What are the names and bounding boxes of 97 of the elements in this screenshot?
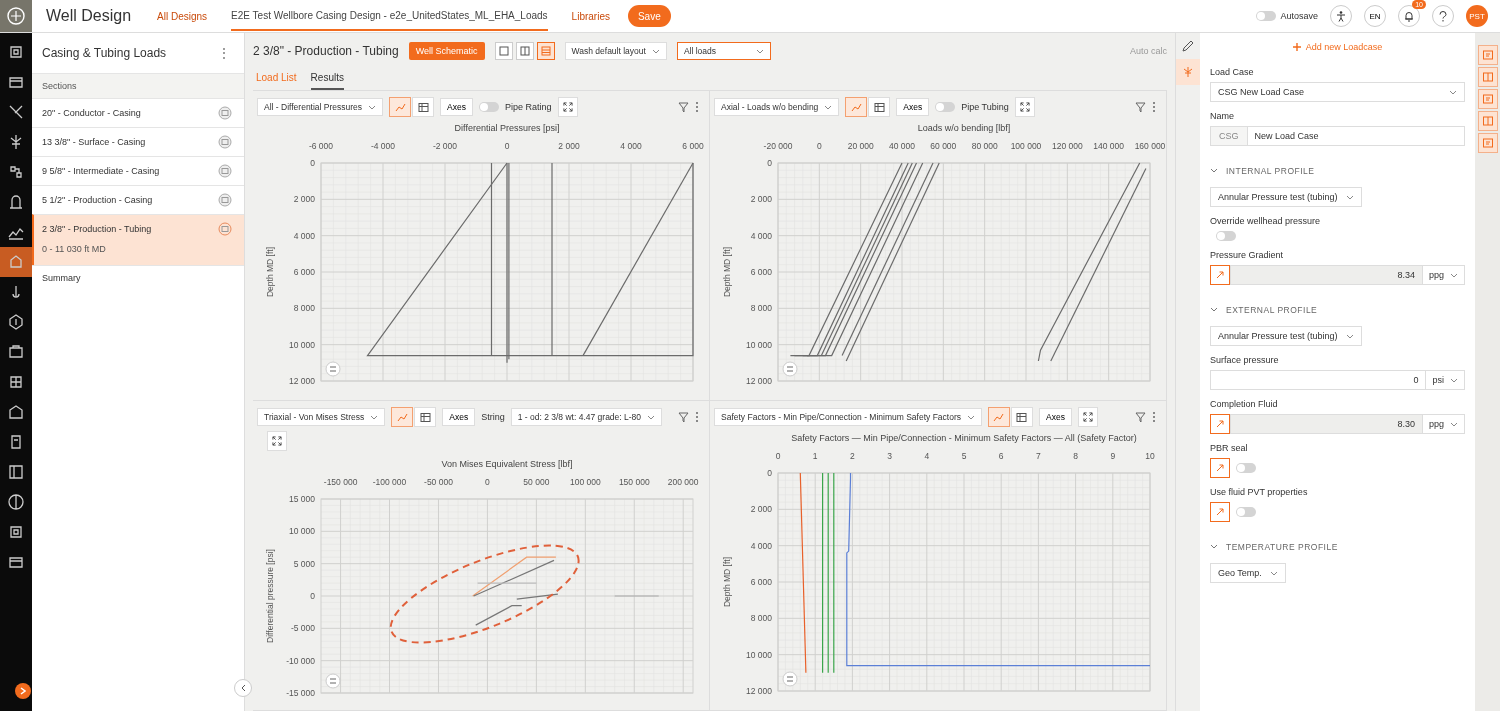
tick-label: -15 000 bbox=[286, 688, 315, 698]
tick-label: 6 000 bbox=[750, 267, 772, 277]
tick-label: 10 000 bbox=[289, 526, 315, 537]
tick-label: 2 000 bbox=[293, 194, 315, 205]
tick-label: 80 000 bbox=[971, 141, 998, 151]
toggle-label: Pipe Rating bbox=[505, 102, 552, 112]
axis-title: Depth MD [ft] bbox=[722, 246, 732, 298]
tick-label: 10 bbox=[1145, 451, 1155, 461]
tick-label: 0 bbox=[767, 468, 772, 478]
panel-title: Casing & Tubing Loads bbox=[42, 46, 167, 60]
page-title: 2 3/8" - Production - Tubing bbox=[253, 44, 399, 58]
item-label: 13 3/8" - Surface - Casing bbox=[42, 137, 146, 147]
field-label: Use fluid PVT properties bbox=[1210, 487, 1308, 497]
tick-label: -5 000 bbox=[290, 623, 315, 634]
field-label: Override wellhead pressure bbox=[1210, 216, 1321, 226]
tick-label: 8 bbox=[1073, 451, 1078, 461]
field-label: Surface pressure bbox=[1210, 355, 1279, 365]
tick-label: 7 bbox=[1036, 451, 1041, 461]
tick-label: 5 bbox=[961, 451, 967, 461]
tick-label: 150 000 bbox=[618, 477, 650, 487]
item-detail: 0 - 11 030 ft MD bbox=[42, 244, 107, 256]
axis-title: Differential Pressures [psi] bbox=[454, 123, 560, 133]
tick-label: 4 000 bbox=[750, 230, 772, 241]
tick-label: -20 000 bbox=[763, 141, 793, 151]
tick-label: 8 000 bbox=[750, 303, 772, 314]
item-label: 2 3/8" - Production - Tubing bbox=[42, 224, 152, 234]
tick-label: -50 000 bbox=[424, 477, 453, 487]
tick-label: 0 bbox=[310, 591, 315, 601]
auto-calc-label: Auto calc bbox=[1129, 46, 1167, 56]
group-header: Sections bbox=[32, 73, 244, 98]
tick-label: 60 000 bbox=[930, 141, 957, 151]
tick-label: 12 000 bbox=[746, 376, 772, 386]
string-label: String bbox=[481, 412, 505, 422]
tick-label: 6 bbox=[998, 451, 1004, 461]
tick-label: 4 000 bbox=[293, 230, 315, 241]
app-title: Well Design bbox=[46, 7, 132, 25]
tick-label: 50 000 bbox=[523, 477, 550, 487]
axis-title: Differential pressure [psi] bbox=[265, 549, 275, 643]
tick-label: 100 000 bbox=[1010, 141, 1042, 151]
tick-label: 9 bbox=[1110, 451, 1116, 461]
field-label: Completion Fluid bbox=[1210, 399, 1278, 409]
tick-label: -100 000 bbox=[372, 477, 407, 487]
axis-title: Loads w/o bending [lbf] bbox=[917, 123, 1011, 133]
tick-label: 0 bbox=[504, 141, 510, 151]
tick-label: 15 000 bbox=[289, 494, 315, 504]
tick-label: 140 000 bbox=[1093, 141, 1125, 151]
tick-label: 10 000 bbox=[746, 339, 772, 350]
tick-label: 12 000 bbox=[289, 376, 315, 386]
axis-title: Depth MD [ft] bbox=[265, 246, 275, 298]
axis-title: Depth MD [ft] bbox=[722, 556, 732, 608]
tick-label: 12 000 bbox=[746, 686, 772, 696]
item-label: 20" - Conductor - Casing bbox=[42, 108, 141, 118]
axis-title: Safety Factors — Min Pipe/Connection - Minimum Safety Factors — All (Safety Factor) bbox=[791, 433, 1137, 443]
tick-label: 2 bbox=[850, 451, 855, 461]
item-label: 9 5/8" - Intermediate - Casing bbox=[42, 166, 160, 176]
tick-label: 6 000 bbox=[682, 141, 704, 151]
tick-label: 20 000 bbox=[847, 141, 874, 151]
tick-label: 8 000 bbox=[293, 303, 315, 314]
tick-label: 4 000 bbox=[750, 540, 772, 551]
tick-label: 4 bbox=[924, 451, 930, 461]
tick-label: 100 000 bbox=[569, 477, 601, 487]
field-label: Load Case bbox=[1210, 67, 1254, 77]
autosave-label: Autosave bbox=[1280, 11, 1318, 21]
tick-label: -10 000 bbox=[286, 655, 315, 666]
field-label: Pressure Gradient bbox=[1210, 250, 1284, 260]
item-label: 5 1/2" - Production - Casing bbox=[42, 195, 153, 205]
tick-label: 5 000 bbox=[293, 558, 315, 569]
field-label: Name bbox=[1210, 111, 1234, 121]
tick-label: 1 bbox=[812, 451, 818, 461]
tick-label: -2 000 bbox=[432, 141, 458, 151]
tick-label: 10 000 bbox=[289, 339, 315, 350]
tick-label: 0 bbox=[775, 451, 781, 461]
tick-label: 160 000 bbox=[1134, 141, 1166, 151]
name-prefix: CSG bbox=[1210, 126, 1247, 146]
tick-label: -150 000 bbox=[323, 477, 358, 487]
axis-title: Von Mises Equivalent Stress [lbf] bbox=[441, 459, 573, 469]
tick-label: 4 000 bbox=[620, 141, 642, 151]
toggle-label: Pipe Tubing bbox=[961, 102, 1009, 112]
tick-label: 2 000 bbox=[558, 141, 580, 151]
tick-label: 40 000 bbox=[889, 141, 915, 151]
tick-label: 2 000 bbox=[750, 194, 772, 205]
tick-label: 8 000 bbox=[750, 613, 772, 624]
tick-label: 0 bbox=[310, 158, 315, 168]
tick-label: 10 000 bbox=[746, 649, 772, 660]
tick-label: 0 bbox=[485, 477, 490, 487]
tick-label: 0 bbox=[767, 158, 772, 168]
item-label: Summary bbox=[42, 273, 81, 283]
tick-label: 200 000 bbox=[667, 477, 699, 487]
tick-label: 6 000 bbox=[293, 267, 315, 277]
tick-label: -4 000 bbox=[370, 141, 396, 151]
tick-label: 0 bbox=[816, 141, 822, 151]
field-label: PBR seal bbox=[1210, 443, 1248, 453]
tick-label: -6 000 bbox=[308, 141, 334, 151]
tick-label: 3 bbox=[887, 451, 892, 461]
tick-label: 120 000 bbox=[1051, 141, 1083, 151]
tick-label: 6 000 bbox=[750, 577, 772, 587]
tick-label: 2 000 bbox=[750, 504, 772, 515]
